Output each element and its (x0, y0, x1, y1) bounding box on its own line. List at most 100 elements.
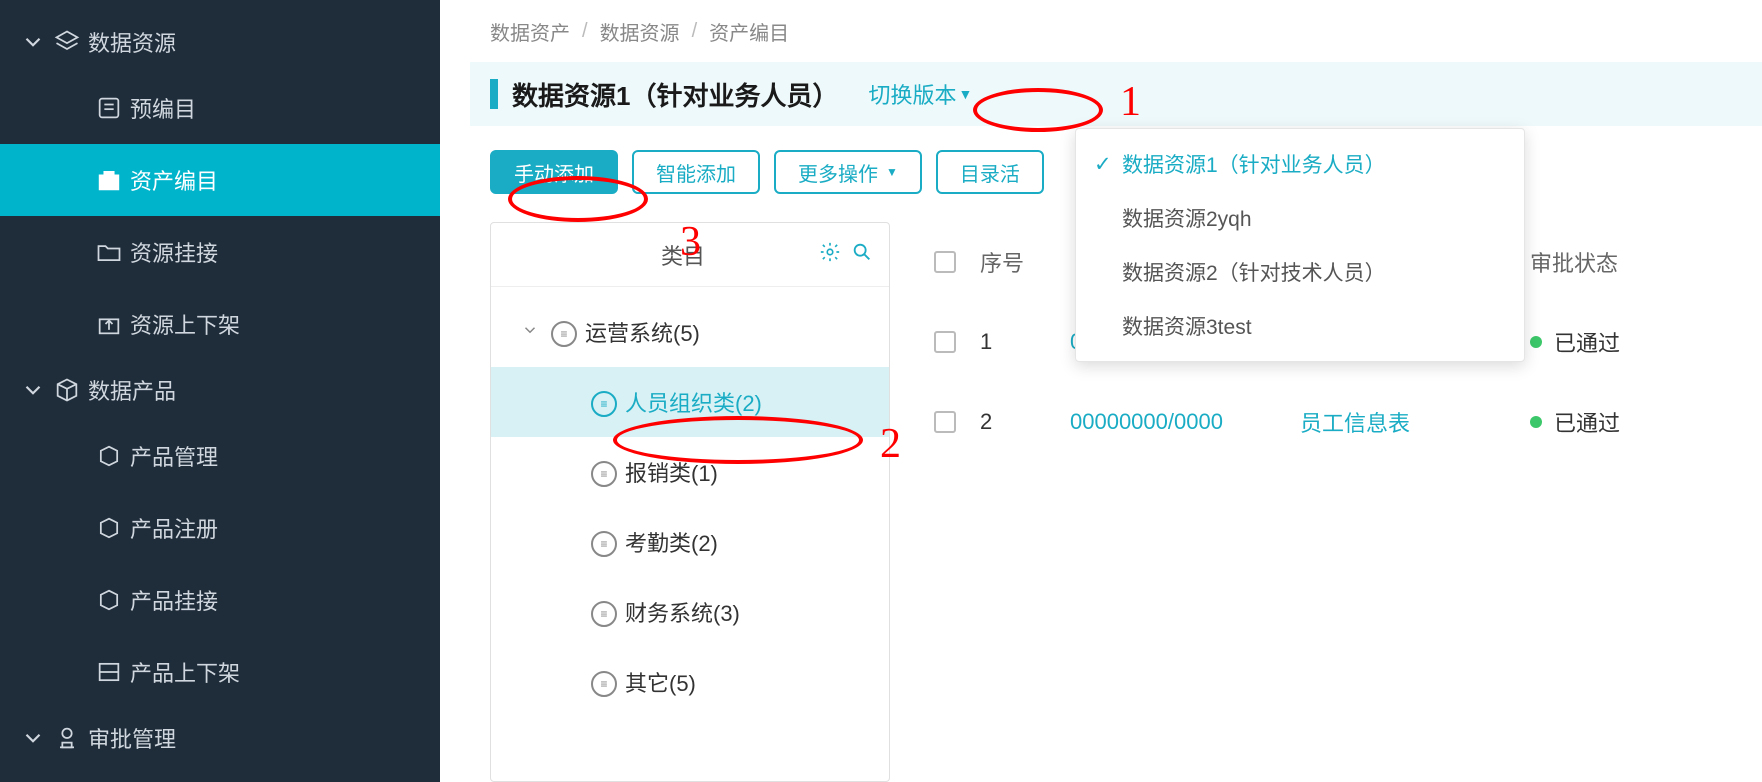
category-tree-panel: 类目 ≡ (490, 222, 890, 782)
page-title-bar: 数据资源1（针对业务人员） 切换版本 ▼ (470, 62, 1762, 126)
dropdown-option[interactable]: 数据资源2yqh (1076, 191, 1524, 245)
tree-node-label: 其它(5) (625, 666, 696, 698)
cube-gear-icon (88, 442, 130, 470)
tree-node[interactable]: ≡ 人员组织类(2) (491, 367, 889, 437)
tree-node-label: 人员组织类(2) (625, 386, 762, 418)
cell-name-link[interactable]: 员工信息表 (1300, 406, 1530, 438)
caret-down-icon: ▼ (886, 165, 898, 179)
sidebar-item-product-shelf[interactable]: 产品上下架 (0, 636, 440, 708)
sidebar-item-label: 资源上下架 (130, 308, 240, 340)
sidebar-item-label: 产品注册 (130, 512, 218, 544)
search-icon[interactable] (851, 241, 873, 269)
sidebar-item-label: 资产编目 (130, 164, 218, 196)
more-ops-button[interactable]: 更多操作 ▼ (774, 150, 922, 194)
breadcrumb-item[interactable]: 数据资产 (490, 17, 570, 46)
sidebar-group-approval[interactable]: 审批管理 (0, 708, 440, 768)
sidebar-item-label: 产品挂接 (130, 584, 218, 616)
dir-action-button[interactable]: 目录活 (936, 150, 1044, 194)
button-label: 手动添加 (514, 158, 594, 187)
sidebar-group-data-product[interactable]: 数据产品 (0, 360, 440, 420)
button-label: 更多操作 (798, 158, 878, 187)
sidebar-item-label: 产品上下架 (130, 656, 240, 688)
sidebar-item-product-link[interactable]: 产品挂接 (0, 564, 440, 636)
sidebar-item-pre-catalog[interactable]: 预编目 (0, 72, 440, 144)
sidebar-group-label: 数据产品 (88, 374, 176, 406)
tree-node[interactable]: ≡ 报销类(1) (491, 437, 889, 507)
cell-code-link[interactable]: 00000000/0000 (1070, 409, 1300, 435)
breadcrumb-sep: / (582, 20, 588, 43)
row-checkbox[interactable] (934, 411, 956, 433)
list-circle-icon: ≡ (591, 598, 625, 627)
chevron-down-icon (20, 28, 46, 56)
sidebar-item-product-manage[interactable]: 产品管理 (0, 420, 440, 492)
breadcrumb-sep: / (692, 20, 698, 43)
page-title: 数据资源1（针对业务人员） (512, 76, 838, 113)
gear-icon[interactable] (819, 241, 841, 269)
tree-node[interactable]: ≡ 运营系统(5) (491, 297, 889, 367)
cube-stack-icon (46, 376, 88, 404)
switch-version-label: 切换版本 (868, 78, 956, 110)
option-label: 数据资源2（针对技术人员） (1122, 257, 1386, 287)
status-text: 已通过 (1554, 326, 1620, 358)
list-circle-icon: ≡ (591, 668, 625, 697)
tree-body: ≡ 运营系统(5) ≡ 人员组织类(2) ≡ 报销类(1) (491, 287, 889, 727)
cell-index: 1 (980, 329, 1070, 355)
option-label: 数据资源3test (1122, 311, 1252, 341)
chevron-down-icon[interactable] (521, 319, 551, 345)
select-all-checkbox[interactable] (934, 251, 956, 273)
cell-status: 已通过 (1530, 326, 1680, 358)
shelf-icon (88, 658, 130, 686)
title-accent-bar (490, 79, 498, 109)
status-text: 已通过 (1554, 406, 1620, 438)
list-circle-icon: ≡ (551, 318, 585, 347)
sidebar-item-product-register[interactable]: 产品注册 (0, 492, 440, 564)
switch-version-link[interactable]: 切换版本 ▼ (868, 78, 972, 110)
caret-down-icon: ▼ (958, 86, 972, 102)
tree-node[interactable]: ≡ 其它(5) (491, 647, 889, 717)
sidebar-item-label: 预编目 (130, 92, 196, 124)
chevron-down-icon (20, 724, 46, 752)
check-icon: ✓ (1094, 152, 1122, 177)
sidebar-item-resource-link[interactable]: 资源挂接 (0, 216, 440, 288)
list-circle-icon: ≡ (591, 458, 625, 487)
row-checkbox[interactable] (934, 331, 956, 353)
option-label: 数据资源1（针对业务人员） (1122, 149, 1386, 179)
breadcrumb-item[interactable]: 数据资源 (600, 17, 680, 46)
catalog-icon (88, 166, 130, 194)
cube-plus-icon (88, 514, 130, 542)
table-row[interactable]: 2 00000000/0000 员工信息表 已通过 (910, 382, 1762, 462)
tree-node[interactable]: ≡ 考勤类(2) (491, 507, 889, 577)
sidebar-item-asset-catalog[interactable]: 资产编目 (0, 144, 440, 216)
sidebar: 数据资源 预编目 资产编目 资源挂接 资源上下架 数据产品 (0, 0, 440, 782)
option-label: 数据资源2yqh (1122, 203, 1252, 233)
cube-link-icon (88, 586, 130, 614)
col-header-index: 序号 (980, 246, 1070, 278)
breadcrumb: 数据资产 / 数据资源 / 资产编目 (440, 0, 1762, 62)
list-circle-icon: ≡ (591, 528, 625, 557)
dropdown-option[interactable]: 数据资源3test (1076, 299, 1524, 353)
cell-index: 2 (980, 409, 1070, 435)
breadcrumb-item[interactable]: 资产编目 (709, 17, 789, 46)
main-panel: 数据资产 / 数据资源 / 资产编目 数据资源1（针对业务人员） 切换版本 ▼ … (440, 0, 1762, 782)
tree-node-label: 运营系统(5) (585, 316, 700, 348)
status-dot-icon (1530, 336, 1542, 348)
tree-node-label: 考勤类(2) (625, 526, 718, 558)
button-label: 目录活 (960, 158, 1020, 187)
tree-node[interactable]: ≡ 财务系统(3) (491, 577, 889, 647)
stamp-icon (46, 724, 88, 752)
dropdown-option[interactable]: ✓ 数据资源1（针对业务人员） (1076, 137, 1524, 191)
manual-add-button[interactable]: 手动添加 (490, 150, 618, 194)
link-folder-icon (88, 238, 130, 266)
upload-box-icon (88, 310, 130, 338)
sidebar-group-data-resource[interactable]: 数据资源 (0, 12, 440, 72)
sidebar-item-resource-shelf[interactable]: 资源上下架 (0, 288, 440, 360)
version-dropdown[interactable]: ✓ 数据资源1（针对业务人员） 数据资源2yqh 数据资源2（针对技术人员） 数… (1075, 128, 1525, 362)
sidebar-item-label: 产品管理 (130, 440, 218, 472)
tree-node-label: 报销类(1) (625, 456, 718, 488)
button-label: 智能添加 (656, 158, 736, 187)
dropdown-option[interactable]: 数据资源2（针对技术人员） (1076, 245, 1524, 299)
layers-icon (46, 28, 88, 56)
sidebar-group-label: 数据资源 (88, 26, 176, 58)
smart-add-button[interactable]: 智能添加 (632, 150, 760, 194)
list-circle-icon: ≡ (591, 388, 625, 417)
